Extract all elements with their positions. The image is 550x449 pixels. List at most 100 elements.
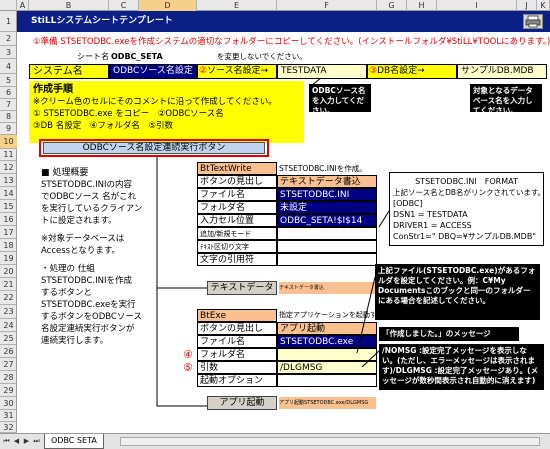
- bt-textwrite-value[interactable]: ODBC_SETA!$I$14: [277, 214, 377, 227]
- row-header-bar: 1 2 3 4 5 6 7 8 9 10 11 12 13 14 15 16 17 18 19 20 21 22 23 24 2…: [0, 11, 17, 433]
- row-header-6[interactable]: 6: [0, 87, 17, 99]
- bt-exe-note: 指定アプリケーションを起動する: [279, 311, 374, 319]
- bt-textwrite-value[interactable]: STSETODBC.INI: [277, 188, 377, 201]
- step-5-marker: ⑤: [183, 361, 193, 374]
- row-header-26[interactable]: 26: [0, 345, 17, 358]
- column-header-d[interactable]: D: [139, 0, 197, 11]
- row-header-14[interactable]: 14: [0, 187, 17, 200]
- sheet-name-value: ODBC_SETA: [111, 52, 163, 61]
- row-header-22[interactable]: 22: [0, 291, 17, 305]
- callout-odbc-arrow: [310, 77, 322, 87]
- tab-first-icon[interactable]: ⏮: [2, 437, 11, 446]
- text-data-write-button[interactable]: テキストデータ: [207, 281, 277, 295]
- app-launch-button[interactable]: アプリ起動: [207, 396, 277, 410]
- procedure-line-3: ③DB 名設定 ④フォルダ名 ⑤引数: [33, 121, 173, 131]
- bt-textwrite-label: 入力セル位置: [197, 214, 277, 227]
- row-header-8[interactable]: 8: [0, 111, 17, 123]
- sheet-name-note: を変更しないでください。: [217, 52, 307, 61]
- procedure-line-1: ※クリーム色のセルにそのコメントに沿って作成してください。: [33, 97, 277, 107]
- overview-line: Accessとなります。: [41, 246, 120, 256]
- row-header-32[interactable]: 32: [0, 422, 17, 433]
- horizontal-scrollbar[interactable]: [120, 437, 540, 446]
- source-label: ②ソース名設定→: [197, 64, 277, 79]
- odbc-continuous-run-button[interactable]: ODBCソース名設定連続実行ボタン: [43, 142, 265, 154]
- bt-textwrite-value[interactable]: 未設定: [277, 201, 377, 214]
- select-all-corner[interactable]: [0, 0, 17, 11]
- row-header-2[interactable]: 2: [0, 32, 17, 46]
- overview-line: するボタンと: [41, 288, 93, 298]
- overview-line: でODBCソース 名がこれ: [41, 192, 137, 202]
- tab-last-icon[interactable]: ⏭: [32, 437, 41, 446]
- sheet-title-band: StiLLシステムシートテンプレート: [17, 11, 550, 32]
- column-header-h[interactable]: H: [407, 0, 437, 11]
- overview-section: ■ 処理概要 STSETODBC.INIの内容 でODBCソース 名がこれ を実…: [41, 167, 173, 357]
- row-header-29[interactable]: 29: [0, 384, 17, 397]
- source-label-text: ソース名設定→: [207, 66, 269, 76]
- tab-next-icon[interactable]: ▶: [22, 437, 31, 446]
- bt-textwrite-value[interactable]: テキストデータ書込: [277, 175, 377, 188]
- column-header-e[interactable]: E: [197, 0, 277, 11]
- row-header-23[interactable]: 23: [0, 305, 17, 319]
- column-header-bar: A B C D E F G H I J K: [0, 0, 550, 11]
- column-header-i[interactable]: I: [437, 0, 517, 11]
- bt-exe-args-input[interactable]: /DLGMSG: [277, 361, 377, 374]
- row-header-9[interactable]: 9: [0, 123, 17, 135]
- row-header-18[interactable]: 18: [0, 239, 17, 252]
- bt-exe-value[interactable]: STSETODBC.exe: [277, 335, 377, 348]
- row-header-1[interactable]: 1: [0, 11, 17, 32]
- bt-exe-value[interactable]: [277, 374, 377, 387]
- system-name-value[interactable]: ODBCソース名設定: [109, 64, 197, 79]
- bt-textwrite-label: 文字の引用符: [197, 253, 277, 266]
- row-header-17[interactable]: 17: [0, 226, 17, 239]
- column-header-g[interactable]: G: [377, 0, 407, 11]
- bt-exe-label: ボタンの見出し: [197, 322, 277, 335]
- bt-exe-label: ファイル名: [197, 335, 277, 348]
- bt-exe-folder-input[interactable]: [277, 348, 377, 361]
- row-header-31[interactable]: 31: [0, 410, 17, 422]
- tab-prev-icon[interactable]: ◀: [12, 437, 21, 446]
- overview-title: ■ 処理概要: [41, 168, 89, 178]
- column-header-j[interactable]: J: [517, 0, 537, 11]
- column-header-c[interactable]: C: [109, 0, 139, 11]
- row-header-3[interactable]: 3: [0, 46, 17, 59]
- column-header-b[interactable]: B: [29, 0, 109, 11]
- row-header-21[interactable]: 21: [0, 278, 17, 291]
- bt-textwrite-label: ファイル名: [197, 188, 277, 201]
- row-header-27[interactable]: 27: [0, 358, 17, 371]
- worksheet-grid[interactable]: StiLLシステムシートテンプレート ①準備 STSETODBC.exeを作成シ…: [17, 11, 550, 433]
- ini-format-title: STSETODBC.INI FORMAT: [415, 177, 518, 186]
- row-header-10[interactable]: 10: [0, 135, 17, 149]
- column-header-k[interactable]: K: [537, 0, 550, 11]
- bt-textwrite-label: ボタンの見出し: [197, 175, 277, 188]
- row-header-16[interactable]: 16: [0, 213, 17, 226]
- row-header-13[interactable]: 13: [0, 174, 17, 187]
- ini-format-subtitle: 上記ソース名とDB名がリンクされています。: [393, 188, 546, 197]
- row-header-4[interactable]: 4: [0, 59, 17, 74]
- bt-textwrite-value[interactable]: [277, 253, 377, 266]
- column-header-a[interactable]: A: [17, 0, 29, 11]
- row-header-25[interactable]: 25: [0, 332, 17, 345]
- db-name-input[interactable]: サンプルDB.MDB: [457, 64, 547, 79]
- row-header-28[interactable]: 28: [0, 371, 17, 384]
- row-header-11[interactable]: 11: [0, 149, 17, 161]
- row-header-15[interactable]: 15: [0, 200, 17, 213]
- row-header-20[interactable]: 20: [0, 265, 17, 278]
- bt-textwrite-value[interactable]: [277, 240, 377, 253]
- row-header-30[interactable]: 30: [0, 397, 17, 410]
- sheet-tab-odbc-seta[interactable]: ODBC SETA: [44, 434, 104, 449]
- row-header-5[interactable]: 5: [0, 74, 17, 87]
- row-header-24[interactable]: 24: [0, 319, 17, 332]
- printer-icon[interactable]: [523, 14, 543, 29]
- row-header-12[interactable]: 12: [0, 161, 17, 174]
- overview-line: ※対象データベースは: [41, 234, 125, 244]
- callout-db-name: 対象となるデータベース名を入力してください。: [470, 84, 542, 115]
- bt-textwrite-value[interactable]: [277, 227, 377, 240]
- overview-line: STSETODBC.INIの内容: [41, 180, 132, 190]
- overview-line: 名設定連続実行ボタンが: [41, 324, 135, 334]
- overview-line: STSETODBC.INIを作成: [41, 276, 132, 286]
- step-4-marker: ④: [183, 348, 193, 361]
- bt-exe-value[interactable]: アプリ起動: [277, 322, 377, 335]
- row-header-19[interactable]: 19: [0, 252, 17, 265]
- row-header-7[interactable]: 7: [0, 99, 17, 111]
- column-header-f[interactable]: F: [277, 0, 377, 11]
